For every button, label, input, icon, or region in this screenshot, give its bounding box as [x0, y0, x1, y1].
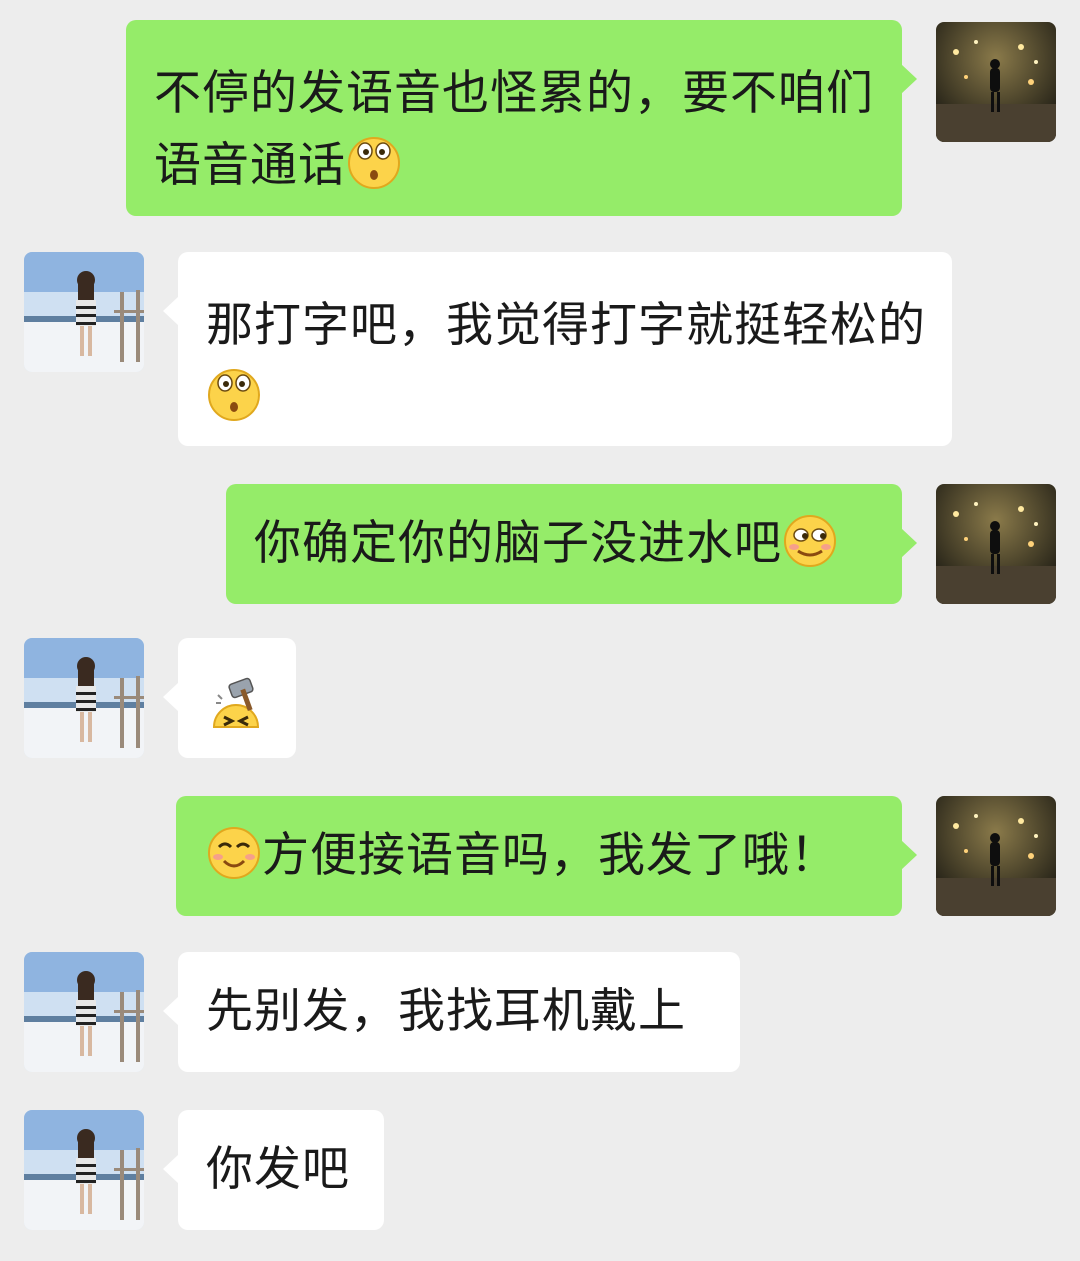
message-bubble-received[interactable] [163, 638, 296, 758]
smirk-emoji-icon [782, 513, 838, 569]
surprised-eyes-emoji-icon [206, 367, 262, 423]
message-bubble-received[interactable]: 你发吧 [163, 1110, 384, 1230]
hammer-knock-emoji-icon [208, 675, 264, 731]
contact-avatar[interactable] [24, 1110, 144, 1230]
my-avatar[interactable] [936, 22, 1056, 142]
my-avatar[interactable] [936, 796, 1056, 916]
message-bubble-sent[interactable]: 不停的发语音也怪累的，要不咱们语音通话 [126, 20, 917, 216]
message-text: 先别发，我找耳机戴上 [206, 984, 686, 1039]
message-text: 你发吧 [206, 1142, 350, 1197]
contact-avatar[interactable] [24, 252, 144, 372]
message-bubble-received[interactable]: 先别发，我找耳机戴上 [163, 952, 740, 1072]
blush-emoji-icon [206, 825, 262, 881]
message-bubble-sent[interactable]: 方便接语音吗，我发了哦！ [176, 796, 917, 916]
message-bubble-sent[interactable]: 你确定你的脑子没进水吧 [226, 484, 917, 604]
my-avatar[interactable] [936, 484, 1056, 604]
chat-area: 不停的发语音也怪累的，要不咱们语音通话 那打字吧，我觉得打字就挺轻松的 你确定你… [0, 0, 1080, 1261]
message-text: 你确定你的脑子没进水吧 [254, 516, 782, 571]
surprised-eyes-emoji-icon [346, 135, 402, 191]
contact-avatar[interactable] [24, 638, 144, 758]
message-text: 不停的发语音也怪累的，要不咱们语音通话 [154, 66, 874, 193]
message-text: 方便接语音吗，我发了哦！ [262, 828, 838, 883]
message-bubble-received[interactable]: 那打字吧，我觉得打字就挺轻松的 [163, 252, 952, 446]
contact-avatar[interactable] [24, 952, 144, 1072]
message-text: 那打字吧，我觉得打字就挺轻松的 [206, 298, 926, 353]
